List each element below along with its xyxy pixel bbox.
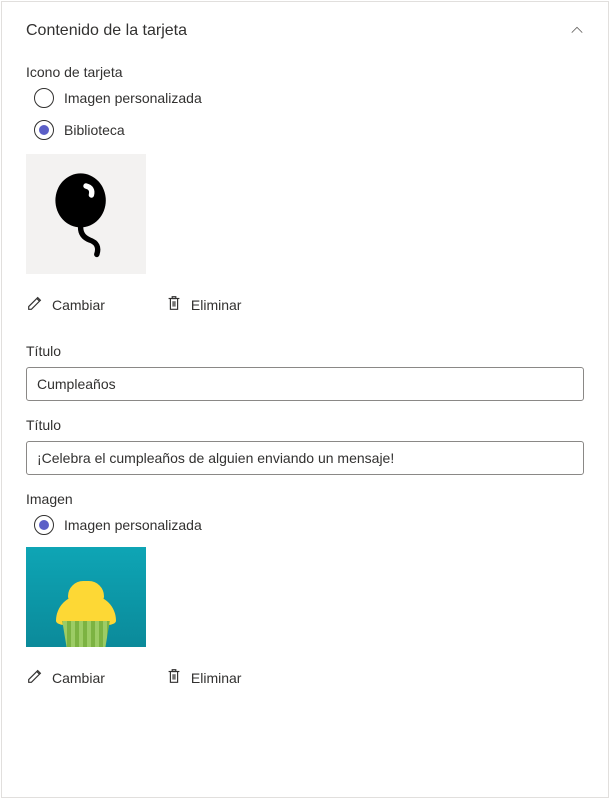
radio-icon[interactable] <box>34 88 54 108</box>
image-change-label: Cambiar <box>52 670 105 686</box>
icon-radio-library[interactable]: Biblioteca <box>34 120 584 140</box>
icon-change-button[interactable]: Cambiar <box>26 294 105 315</box>
icon-radio-library-label: Biblioteca <box>64 122 125 138</box>
image-radio-group: Imagen personalizada <box>26 515 584 535</box>
image-delete-button[interactable]: Eliminar <box>165 667 242 688</box>
icon-radio-custom-label: Imagen personalizada <box>64 90 202 106</box>
radio-icon[interactable] <box>34 515 54 535</box>
image-preview <box>26 547 146 647</box>
image-actions: Cambiar Eliminar <box>26 667 584 688</box>
image-section-label: Imagen <box>26 491 584 507</box>
image-change-button[interactable]: Cambiar <box>26 667 105 688</box>
image-radio-custom[interactable]: Imagen personalizada <box>34 515 584 535</box>
icon-change-label: Cambiar <box>52 297 105 313</box>
subtitle-field-group: Título <box>26 417 584 475</box>
card-content-panel: Contenido de la tarjeta Icono de tarjeta… <box>1 1 609 798</box>
image-radio-custom-label: Imagen personalizada <box>64 517 202 533</box>
radio-icon[interactable] <box>34 120 54 140</box>
subtitle-label: Título <box>26 417 584 433</box>
subtitle-input[interactable] <box>26 441 584 475</box>
icon-radio-group: Imagen personalizada Biblioteca <box>26 88 584 140</box>
section-title: Contenido de la tarjeta <box>26 22 187 40</box>
section-header: Contenido de la tarjeta <box>26 22 584 40</box>
image-delete-label: Eliminar <box>191 670 242 686</box>
icon-preview <box>26 154 146 274</box>
icon-delete-label: Eliminar <box>191 297 242 313</box>
pencil-icon <box>26 667 44 688</box>
icon-actions: Cambiar Eliminar <box>26 294 584 315</box>
title-field-group: Título <box>26 343 584 401</box>
title-input[interactable] <box>26 367 584 401</box>
trash-icon <box>165 667 183 688</box>
balloon-icon <box>41 168 131 261</box>
title-label: Título <box>26 343 584 359</box>
trash-icon <box>165 294 183 315</box>
icon-radio-custom[interactable]: Imagen personalizada <box>34 88 584 108</box>
icon-section-label: Icono de tarjeta <box>26 64 584 80</box>
icon-delete-button[interactable]: Eliminar <box>165 294 242 315</box>
chevron-up-icon[interactable] <box>570 23 584 40</box>
pencil-icon <box>26 294 44 315</box>
